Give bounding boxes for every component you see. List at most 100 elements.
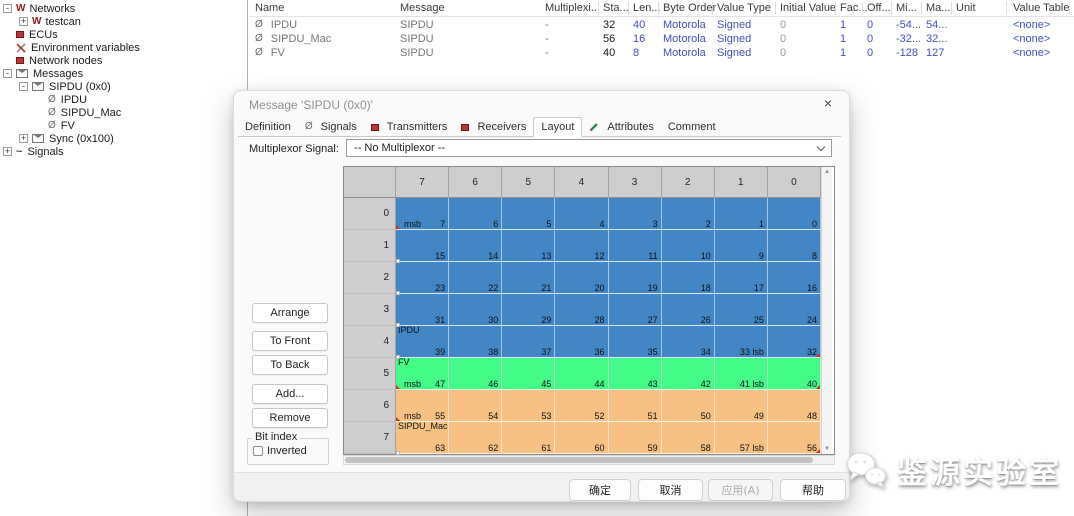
bit-cell[interactable]: 22 (449, 262, 502, 294)
tree-item-sipdu-0x0[interactable]: -SIPDU (0x0) (0, 80, 246, 93)
bit-cell[interactable]: msb7 (396, 198, 449, 230)
table-cell[interactable]: Motorola (663, 47, 706, 59)
table-cell[interactable]: 8 (633, 47, 639, 59)
bit-cell[interactable]: 35 (609, 326, 662, 358)
table-cell[interactable]: - (545, 47, 549, 59)
table-cell[interactable]: -54... (896, 19, 921, 31)
table-cell[interactable]: Motorola (663, 33, 706, 45)
bit-cell[interactable]: 17 (715, 262, 768, 294)
bit-cell[interactable]: 42 (662, 358, 715, 390)
bit-cell[interactable]: 46 (449, 358, 502, 390)
bit-cell[interactable]: 43 (609, 358, 662, 390)
table-cell[interactable]: <none> (1013, 19, 1050, 31)
collapse-icon[interactable]: - (19, 82, 28, 91)
table-row-name[interactable]: ØFV (255, 47, 285, 59)
table-cell[interactable]: Motorola (663, 19, 706, 31)
bit-cell[interactable]: 28 (555, 294, 608, 326)
bit-cell[interactable]: 61 (502, 422, 555, 454)
bit-cell[interactable]: 51 (609, 390, 662, 422)
bit-cell[interactable]: 0 (768, 198, 821, 230)
table-row-name[interactable]: ØSIPDU_Mac (255, 33, 331, 45)
bit-cell[interactable]: 18 (662, 262, 715, 294)
tab-receivers[interactable]: Receivers (454, 118, 533, 136)
bit-cell[interactable]: 40 (768, 358, 821, 390)
column-header-message[interactable]: Message (400, 2, 445, 14)
column-header-value-type[interactable]: Value Type (717, 2, 771, 14)
table-cell[interactable]: 32... (926, 33, 947, 45)
bit-cell[interactable]: 58 (662, 422, 715, 454)
tree-item-sync-0x100[interactable]: +Sync (0x100) (0, 132, 246, 145)
scroll-down-icon[interactable]: ▼ (822, 446, 832, 452)
table-cell[interactable]: 0 (780, 47, 786, 59)
table-cell[interactable]: <none> (1013, 47, 1050, 59)
add-button[interactable]: Add... (252, 384, 328, 404)
expand-icon[interactable]: + (19, 134, 28, 143)
bit-cell[interactable]: 53 (502, 390, 555, 422)
multiplexor-signal-select[interactable]: -- No Multiplexor -- (346, 139, 832, 157)
close-icon[interactable]: × (820, 95, 836, 111)
bit-cell[interactable]: 31 (396, 294, 449, 326)
tree-item-sipdu-mac[interactable]: ØSIPDU_Mac (0, 106, 246, 119)
bit-cell[interactable]: 12 (555, 230, 608, 262)
column-header-value-table[interactable]: Value Table (1013, 2, 1069, 14)
bit-cell[interactable]: 26 (662, 294, 715, 326)
bit-cell[interactable]: 9 (715, 230, 768, 262)
scrollbar-thumb[interactable] (345, 457, 813, 463)
table-cell[interactable]: SIPDU (400, 19, 434, 31)
bit-cell[interactable]: 29 (502, 294, 555, 326)
vertical-scrollbar[interactable]: ▲ ▼ (821, 167, 832, 454)
bit-cell[interactable]: 44 (555, 358, 608, 390)
table-cell[interactable]: 40 (633, 19, 645, 31)
bit-cell[interactable]: 36 (555, 326, 608, 358)
column-header-ma[interactable]: Ma... (926, 2, 950, 14)
column-header-byte-order[interactable]: Byte Order (663, 2, 716, 14)
table-cell[interactable]: 127 (926, 47, 944, 59)
table-cell[interactable]: <none> (1013, 33, 1050, 45)
bit-cell[interactable]: msb55 (396, 390, 449, 422)
table-cell[interactable]: 0 (780, 19, 786, 31)
column-header-fac[interactable]: Fac... (840, 2, 868, 14)
bit-cell[interactable]: 10 (662, 230, 715, 262)
bit-cell[interactable]: 13 (502, 230, 555, 262)
ok-button[interactable]: 确定 (569, 479, 631, 501)
bit-cell[interactable]: 57 lsb (715, 422, 768, 454)
tab-definition[interactable]: Definition (238, 118, 298, 136)
column-header-multiplexi[interactable]: Multiplexi... (545, 2, 600, 14)
table-cell[interactable]: -32... (896, 33, 921, 45)
bit-cell[interactable]: 14 (449, 230, 502, 262)
column-header-initial-value[interactable]: Initial Value (780, 2, 836, 14)
bit-cell[interactable]: 25 (715, 294, 768, 326)
tab-signals[interactable]: ØSignals (298, 118, 364, 136)
tree-item-messages[interactable]: -Messages (0, 67, 246, 80)
bit-cell[interactable]: 62 (449, 422, 502, 454)
bit-cell[interactable]: 21 (502, 262, 555, 294)
selection-handle[interactable] (396, 323, 400, 327)
table-cell[interactable]: SIPDU (400, 33, 434, 45)
bit-cell[interactable]: 45 (502, 358, 555, 390)
table-cell[interactable]: 0 (867, 19, 873, 31)
tab-transmitters[interactable]: Transmitters (364, 118, 455, 136)
bit-cell[interactable]: 23 (396, 262, 449, 294)
table-cell[interactable]: -128 (896, 47, 918, 59)
tree-item-fv[interactable]: ØFV (0, 119, 246, 132)
bit-cell[interactable]: 37 (502, 326, 555, 358)
table-cell[interactable]: SIPDU (400, 47, 434, 59)
selection-handle[interactable] (396, 355, 400, 359)
table-cell[interactable]: Signed (717, 19, 751, 31)
expand-icon[interactable]: + (3, 147, 12, 156)
table-cell[interactable]: - (545, 19, 549, 31)
bit-cell[interactable]: 1 (715, 198, 768, 230)
table-cell[interactable]: 32 (603, 19, 615, 31)
tab-comment[interactable]: Comment (661, 118, 723, 136)
bit-cell[interactable]: 34 (662, 326, 715, 358)
bit-cell[interactable]: IPDU39 (396, 326, 449, 358)
table-cell[interactable]: 56 (603, 33, 615, 45)
bit-cell[interactable]: 24 (768, 294, 821, 326)
horizontal-scrollbar[interactable] (343, 455, 835, 465)
selection-handle[interactable] (396, 451, 400, 455)
bit-cell[interactable]: 38 (449, 326, 502, 358)
bit-cell[interactable]: 5 (502, 198, 555, 230)
bit-cell[interactable]: 41 lsb (715, 358, 768, 390)
bit-cell[interactable]: 27 (609, 294, 662, 326)
table-cell[interactable]: 1 (840, 47, 846, 59)
